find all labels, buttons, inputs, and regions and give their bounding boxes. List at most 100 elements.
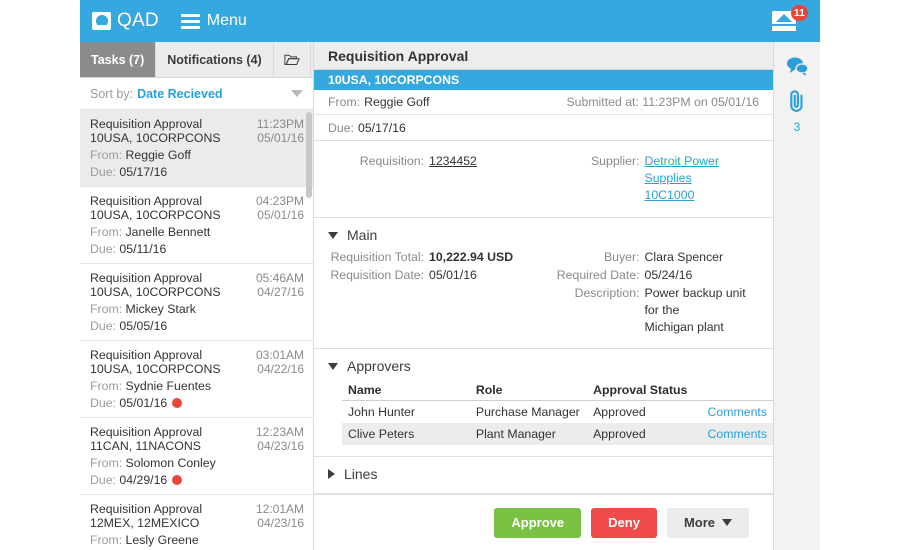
- task-date: 05/01/16: [257, 131, 304, 145]
- approvers-table: Name Role Approval Status John Hunter Pur…: [342, 380, 773, 445]
- required-date-label: Required Date:: [556, 268, 640, 282]
- task-from: From: Janelle Bennett: [90, 225, 211, 239]
- approve-button[interactable]: Approve: [494, 507, 582, 538]
- task-due-value: 05/11/16: [119, 242, 167, 256]
- detail-from-label: From:: [328, 95, 361, 109]
- buyer-field: Buyer: Clara Spencer: [544, 249, 760, 266]
- requisition-supplier-block: Requisition: 1234452 Supplier: Detroit P…: [314, 141, 773, 218]
- caret-down-icon[interactable]: [328, 362, 338, 370]
- task-row-top: Requisition Approval 11:23PM: [90, 117, 304, 131]
- right-rail: 3: [774, 42, 820, 550]
- app-body: Tasks (7) Notifications (4) Sort by: Dat…: [80, 42, 820, 550]
- task-row-top: Requisition Approval 12:23AM: [90, 425, 304, 439]
- task-from-value: Janelle Bennett: [125, 225, 211, 239]
- task-row-bottom: 10USA, 10CORPCONS 05/01/16: [90, 131, 304, 145]
- approvers-col-name: Name: [342, 380, 470, 401]
- chevron-down-icon[interactable]: [291, 90, 303, 97]
- inbox-badge: 11: [790, 5, 808, 21]
- task-list-item[interactable]: Requisition Approval 04:23PM 10USA, 10CORP…: [80, 187, 313, 264]
- task-row-top: Requisition Approval 05:46AM: [90, 271, 304, 285]
- sort-value[interactable]: Date Recieved: [137, 87, 222, 101]
- task-org: 10USA, 10CORPCONS: [90, 131, 221, 145]
- buyer-value: Clara Spencer: [644, 250, 724, 264]
- task-title: Requisition Approval: [90, 348, 203, 362]
- supplier-label: Supplier:: [590, 154, 640, 168]
- deny-button[interactable]: Deny: [591, 507, 657, 538]
- detail-due-row: Due: 05/17/16: [314, 115, 773, 141]
- task-row-top: Requisition Approval 12:01AM: [90, 502, 304, 516]
- approver-name: Clive Peters: [342, 423, 470, 445]
- tab-folder[interactable]: [274, 42, 311, 77]
- task-title: Requisition Approval: [90, 194, 203, 208]
- hamburger-icon: [180, 13, 200, 29]
- task-title: Requisition Approval: [90, 425, 203, 439]
- task-due-value: 05/01/16: [119, 396, 168, 410]
- description-line-1: Power backup unit for the: [644, 286, 746, 317]
- approver-comments-link[interactable]: Comments: [702, 401, 773, 424]
- task-list-scrollbar[interactable]: [306, 112, 312, 198]
- task-time: 12:23AM: [255, 425, 304, 439]
- task-title: Requisition Approval: [90, 502, 203, 516]
- task-list-item[interactable]: Requisition Approval 12:01AM 12MEX, 12MEXI…: [80, 495, 313, 550]
- lines-section: Lines: [314, 457, 773, 494]
- open-folder-icon: [284, 54, 300, 65]
- caret-right-icon[interactable]: [328, 469, 335, 479]
- caret-down-icon[interactable]: [328, 231, 338, 239]
- supplier-link-code[interactable]: 10C1000: [645, 188, 695, 202]
- menu-button[interactable]: Menu: [180, 12, 247, 30]
- description-value: Power backup unit for the Michigan plant: [645, 285, 760, 336]
- task-time: 04:23PM: [255, 194, 304, 208]
- task-org: 10USA, 10CORPCONS: [90, 362, 221, 376]
- task-from-value: Sydnie Fuentes: [125, 379, 211, 393]
- requisition-date-label: Requisition Date:: [330, 268, 424, 282]
- buyer-label: Buyer:: [603, 250, 640, 264]
- tab-notifications[interactable]: Notifications (4): [156, 42, 274, 77]
- description-label: Description:: [574, 286, 640, 300]
- approvers-section-header[interactable]: Approvers: [328, 358, 759, 374]
- supplier-col: Supplier: Detroit Power Supplies 10C1000: [544, 153, 760, 205]
- approver-row: John Hunter Purchase Manager Approved Comme…: [342, 401, 773, 424]
- more-button-label: More: [683, 515, 715, 530]
- more-button[interactable]: More: [666, 507, 749, 538]
- task-date: 04/27/16: [257, 285, 304, 299]
- task-from: From: Sydnie Fuentes: [90, 379, 211, 393]
- task-date: 04/23/16: [257, 439, 304, 453]
- action-bar: Approve Deny More: [314, 494, 773, 550]
- approvers-section-title: Approvers: [347, 358, 411, 374]
- supplier-link-name[interactable]: Detroit Power Supplies: [645, 154, 720, 185]
- approver-comments-link[interactable]: Comments: [701, 423, 773, 445]
- task-org: 11CAN, 11NACONS: [90, 439, 201, 453]
- main-section-title: Main: [347, 227, 378, 243]
- attachments-button[interactable]: [787, 89, 807, 118]
- task-due-value: 05/17/16: [119, 165, 168, 179]
- approver-name: John Hunter: [348, 405, 415, 419]
- approver-status: Approved: [593, 405, 646, 419]
- task-due: Due: 05/11/16: [90, 242, 167, 256]
- task-list-item[interactable]: Requisition Approval 03:01AM 10USA, 10CORP…: [80, 341, 313, 418]
- inbox-button[interactable]: 11: [772, 5, 808, 36]
- main-left-col: Requisition Total: 10,222.94 USD Requisi…: [328, 249, 544, 337]
- task-row-bottom: 10USA, 10CORPCONS 05/01/16: [90, 208, 304, 222]
- comments-button[interactable]: [785, 56, 809, 81]
- task-list[interactable]: Requisition Approval 11:23PM 10USA, 10CORP…: [80, 110, 313, 550]
- task-list-item[interactable]: Requisition Approval 11:23PM 10USA, 10CORP…: [80, 110, 313, 187]
- lines-section-header[interactable]: Lines: [328, 466, 759, 482]
- task-from: From: Lesly Greene: [90, 533, 199, 547]
- requisition-link[interactable]: 1234452: [429, 153, 477, 170]
- task-list-item[interactable]: Requisition Approval 12:23AM 11CAN, 11NACO…: [80, 418, 313, 495]
- sort-bar[interactable]: Sort by: Date Recieved: [80, 78, 313, 110]
- app-window: QAD Menu 11 Tasks (7) Notifications (4): [80, 0, 820, 550]
- approvers-section: Approvers Name Role Approval Status John…: [314, 349, 773, 457]
- detail-from-value: Reggie Goff: [364, 95, 430, 109]
- approvers-col-status: Approval Status: [587, 380, 702, 401]
- main-section-header[interactable]: Main: [328, 227, 759, 243]
- requisition-label: Requisition:: [359, 154, 424, 168]
- task-date: 04/22/16: [257, 362, 304, 376]
- tab-strip: Tasks (7) Notifications (4): [80, 42, 313, 78]
- task-list-item[interactable]: Requisition Approval 05:46AM 10USA, 10CORP…: [80, 264, 313, 341]
- requisition-total-label: Requisition Total:: [330, 250, 424, 264]
- task-org: 10USA, 10CORPCONS: [90, 208, 221, 222]
- tab-tasks[interactable]: Tasks (7): [80, 42, 157, 77]
- task-from: From: Reggie Goff: [90, 148, 191, 162]
- qad-logo-icon: [92, 12, 111, 30]
